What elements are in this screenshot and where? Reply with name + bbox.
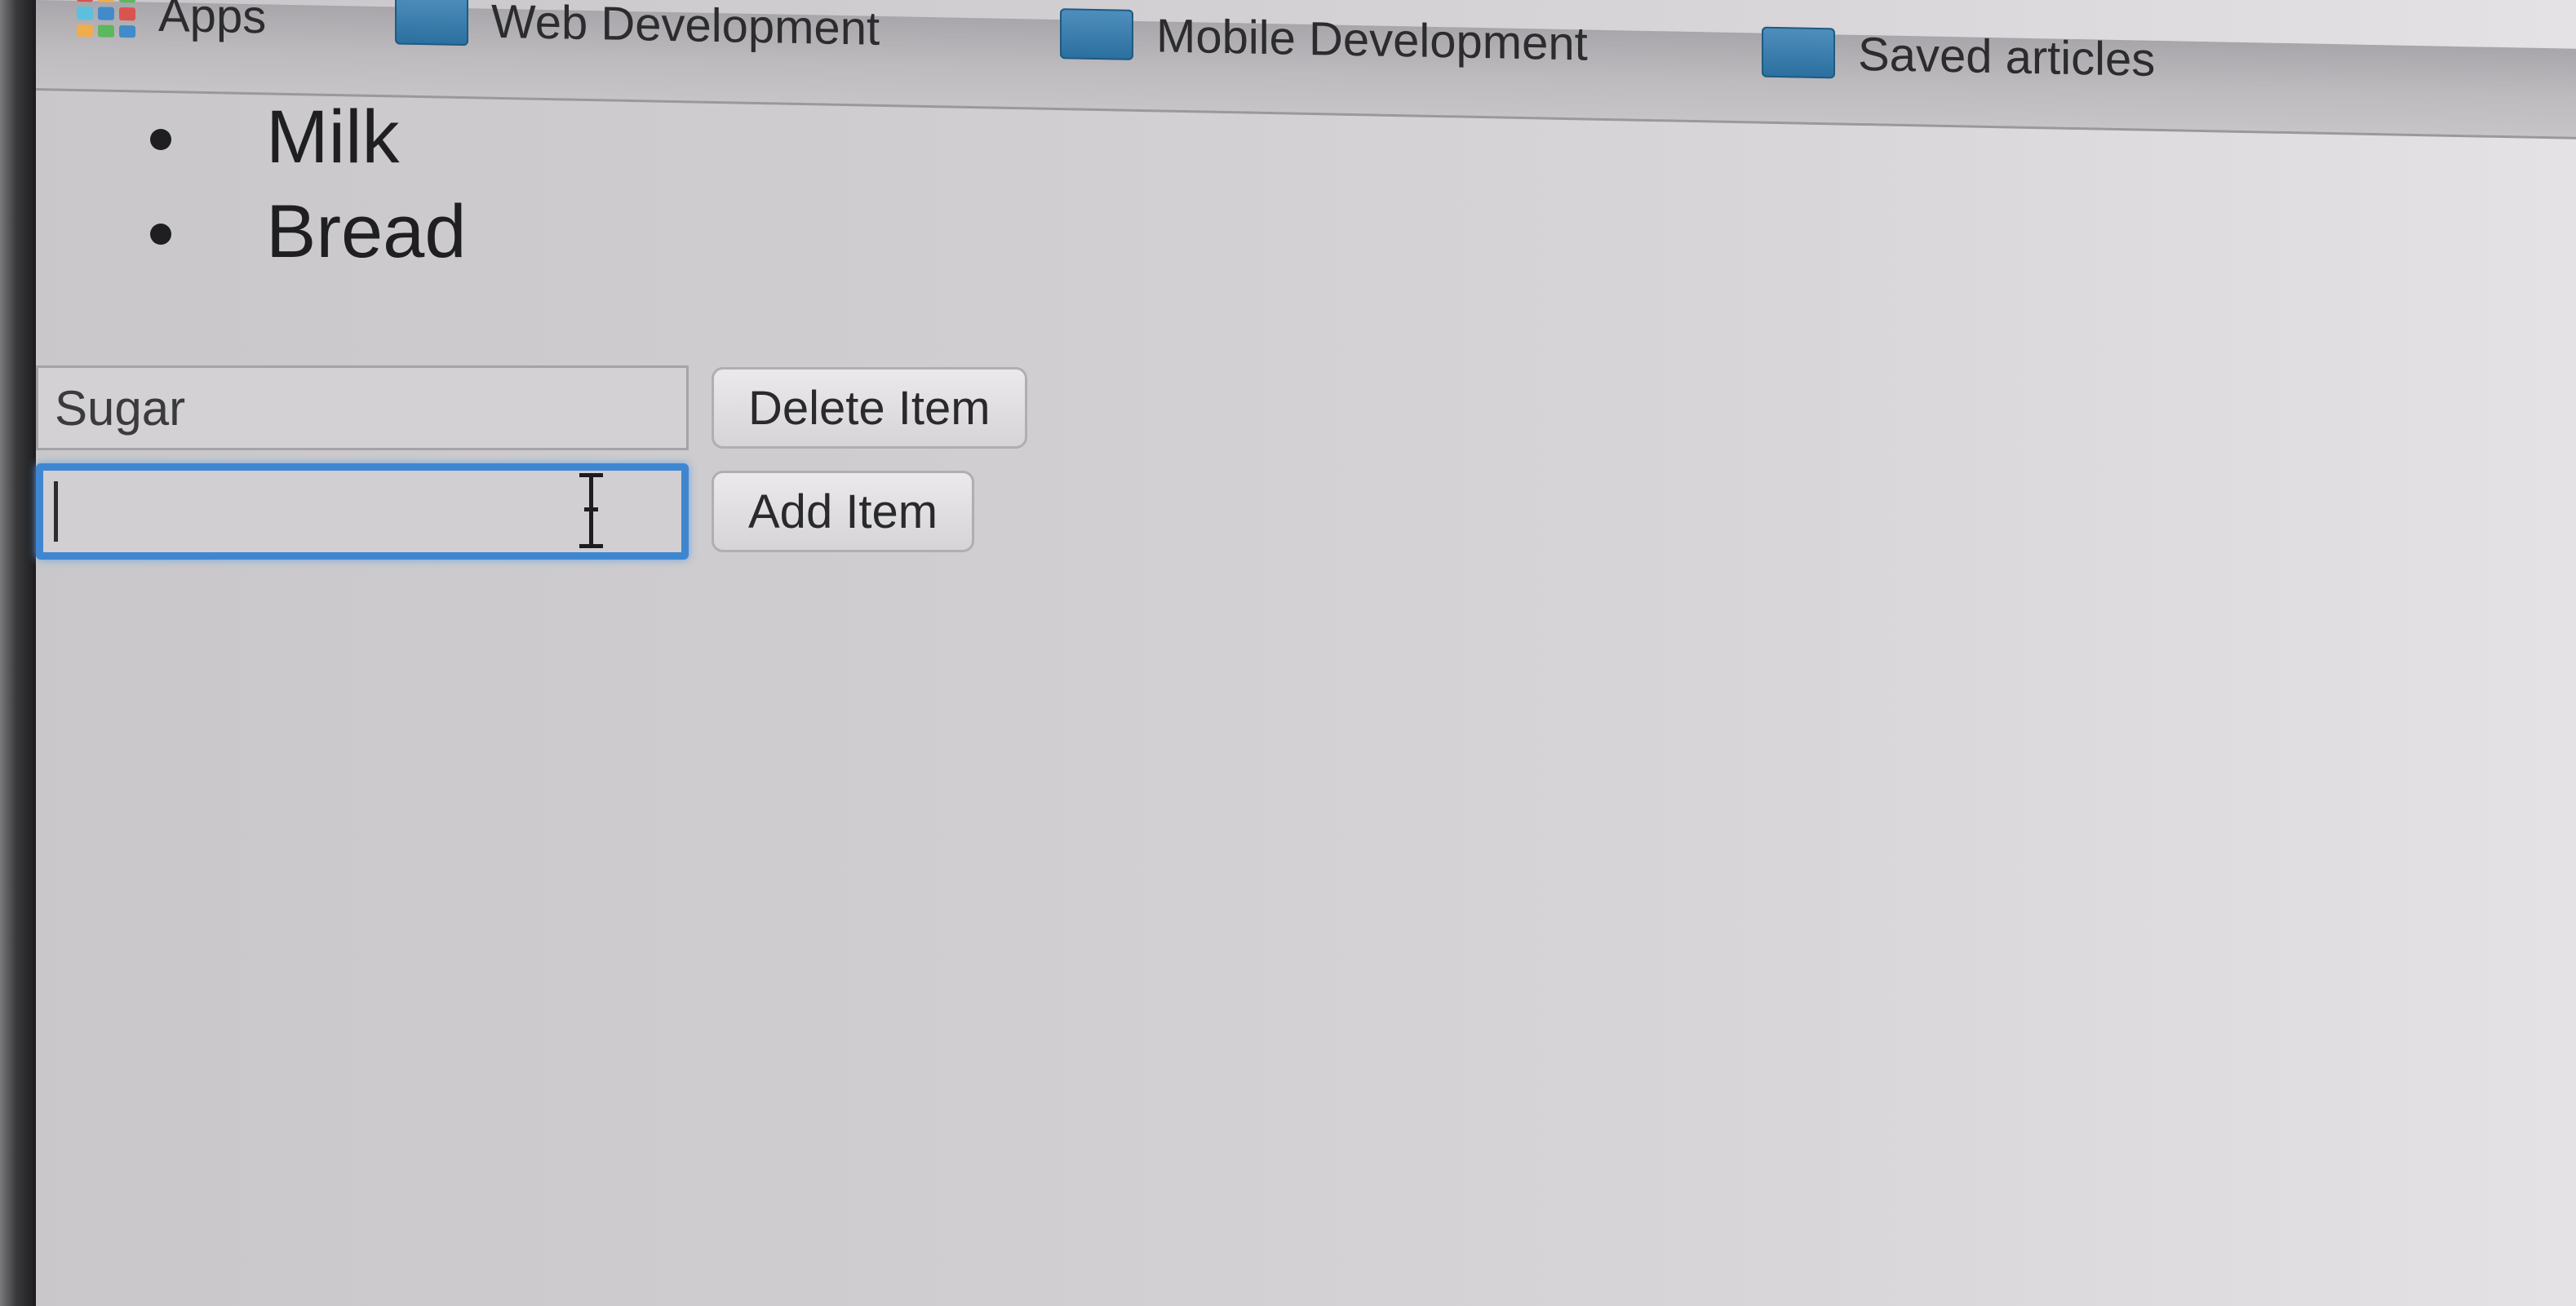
add-item-button[interactable]: Add Item bbox=[712, 471, 975, 552]
bookmark-label: Mobile Development bbox=[1156, 8, 1588, 71]
add-item-row: Add Item bbox=[36, 463, 975, 560]
bookmark-mobile-development[interactable]: Mobile Development bbox=[1060, 8, 1588, 71]
screen: Apps Web Development Mobile Development … bbox=[0, 0, 2576, 1306]
folder-icon bbox=[1762, 26, 1835, 79]
bookmark-label: Web Development bbox=[491, 0, 880, 55]
ibeam-cap bbox=[579, 544, 603, 548]
ibeam-cursor-icon bbox=[574, 473, 607, 548]
apps-grid-cell bbox=[77, 24, 93, 38]
delete-item-row: Delete Item bbox=[36, 365, 1027, 450]
folder-icon bbox=[1060, 8, 1133, 60]
apps-grid-cell bbox=[77, 0, 93, 2]
monitor-bezel bbox=[0, 0, 36, 1306]
list-item: Bread bbox=[142, 184, 467, 279]
apps-grid-cell bbox=[119, 0, 135, 3]
apps-grid-cell bbox=[119, 7, 135, 20]
list-item-label: Milk bbox=[266, 95, 400, 179]
apps-grid-cell bbox=[98, 7, 114, 20]
delete-item-input[interactable] bbox=[36, 365, 689, 450]
apps-grid-cell bbox=[98, 24, 114, 38]
ibeam-cap bbox=[584, 507, 598, 511]
bookmark-web-development[interactable]: Web Development bbox=[395, 0, 880, 55]
text-caret bbox=[54, 481, 58, 542]
apps-grid-icon bbox=[77, 0, 135, 38]
bookmark-apps[interactable]: Apps bbox=[77, 0, 267, 43]
bookmark-saved-articles[interactable]: Saved articles bbox=[1762, 26, 2156, 86]
item-list: Milk Bread bbox=[142, 90, 467, 279]
bookmark-label: Apps bbox=[158, 0, 267, 43]
apps-grid-cell bbox=[119, 24, 135, 38]
folder-icon bbox=[395, 0, 468, 46]
list-item: Milk bbox=[142, 90, 467, 184]
list-item-label: Bread bbox=[266, 190, 467, 273]
delete-item-button[interactable]: Delete Item bbox=[712, 367, 1027, 449]
bookmark-label: Saved articles bbox=[1858, 27, 2156, 86]
page-content: Milk Bread Delete Item Add Item bbox=[36, 90, 2576, 1306]
bullet-icon bbox=[150, 129, 171, 150]
apps-grid-cell bbox=[77, 7, 93, 20]
ibeam-cap bbox=[579, 473, 603, 477]
bullet-icon bbox=[150, 224, 171, 245]
apps-grid-cell bbox=[98, 0, 114, 3]
